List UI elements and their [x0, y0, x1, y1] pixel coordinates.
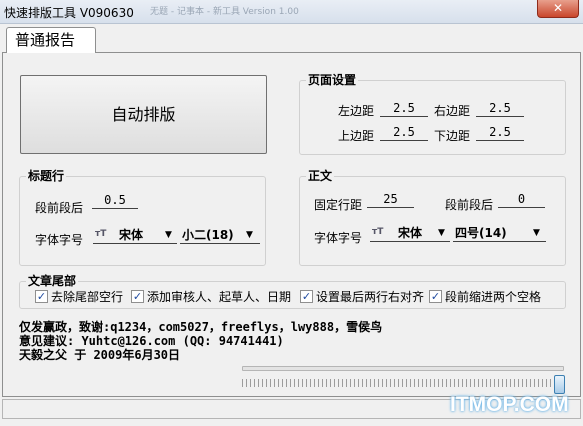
- body-text-group: 正文: [299, 169, 566, 266]
- slider-ticks: [242, 379, 564, 387]
- remove-trailing-blank-checkbox[interactable]: ✓ 去除尾部空行: [35, 290, 130, 304]
- tab-normal-report[interactable]: 普通报告: [6, 27, 96, 53]
- top-margin-label: 上边距: [338, 129, 375, 143]
- credits-thanks: 仅发赢政，致谢:q1234，com5027，freeflys，lwy888，雪侯…: [19, 320, 383, 334]
- chevron-down-icon: ▼: [165, 230, 172, 240]
- chevron-down-icon: ▼: [438, 228, 445, 238]
- checkmark-icon: ✓: [35, 290, 48, 303]
- add-reviewer-label: 添加审核人、起草人、日期: [147, 290, 292, 304]
- checkmark-icon: ✓: [131, 290, 144, 303]
- ghost-window-title: 无题 - 记事本 - 新工具 Version 1.00: [150, 7, 299, 17]
- right-align-last-lines-checkbox[interactable]: ✓ 设置最后两行右对齐: [300, 290, 425, 304]
- window-title: 快速排版工具 V090630: [4, 6, 134, 20]
- slider-thumb[interactable]: [554, 375, 565, 394]
- right-align-last-lines-label: 设置最后两行右对齐: [316, 290, 425, 304]
- para-spacing-input[interactable]: 0: [498, 192, 545, 208]
- auto-format-button[interactable]: 自动排版: [20, 75, 267, 154]
- body-font-label: 字体字号: [314, 231, 363, 245]
- checkmark-icon: ✓: [429, 290, 442, 303]
- right-margin-label: 右边距: [434, 104, 471, 118]
- left-margin-input[interactable]: 2.5: [380, 101, 428, 117]
- credits-contact: 意见建议: Yuhtc@126.com (QQ: 94741441): [19, 334, 284, 348]
- page-setup-label: 页面设置: [306, 73, 359, 87]
- tail-label: 文章尾部: [26, 274, 79, 288]
- credits-author-date: 天毅之父 于 2009年6月30日: [19, 348, 181, 362]
- slider-track[interactable]: [242, 366, 564, 371]
- chevron-down-icon: ▼: [246, 230, 253, 240]
- bottom-margin-input[interactable]: 2.5: [476, 125, 524, 141]
- title-font-value: 宋体: [119, 228, 144, 242]
- body-font-select[interactable]: ᴛT 宋体 ▼: [370, 224, 450, 242]
- para-spacing-label: 段前段后: [445, 198, 494, 212]
- body-font-value: 宋体: [398, 226, 423, 240]
- right-margin-input[interactable]: 2.5: [476, 101, 524, 117]
- font-type-icon: ᴛT: [95, 229, 107, 239]
- chevron-down-icon: ▼: [533, 228, 540, 238]
- body-font-size-select[interactable]: 四号(14) ▼: [453, 224, 546, 242]
- title-font-select[interactable]: ᴛT 宋体 ▼: [93, 226, 177, 244]
- title-line-label: 标题行: [26, 169, 67, 183]
- indent-two-spaces-label: 段前缩进两个空格: [445, 290, 542, 304]
- bottom-margin-label: 下边距: [434, 129, 471, 143]
- title-font-size-select[interactable]: 小二(18) ▼: [180, 226, 260, 244]
- title-bar[interactable]: 快速排版工具 V090630 无题 - 记事本 - 新工具 Version 1.…: [0, 0, 583, 24]
- close-icon: ✕: [552, 1, 564, 15]
- checkmark-icon: ✓: [300, 290, 313, 303]
- top-margin-input[interactable]: 2.5: [380, 125, 428, 141]
- body-font-size-value: 四号(14): [455, 226, 507, 240]
- title-line-group: 标题行: [19, 169, 266, 266]
- indent-two-spaces-checkbox[interactable]: ✓ 段前缩进两个空格: [429, 290, 544, 304]
- font-type-icon: ᴛT: [372, 227, 384, 237]
- line-spacing-input[interactable]: 25: [367, 192, 414, 208]
- title-font-label: 字体字号: [35, 233, 84, 247]
- remove-trailing-blank-label: 去除尾部空行: [51, 290, 124, 304]
- watermark-logo: ITMOP.COM: [450, 393, 569, 416]
- line-spacing-label: 固定行距: [314, 198, 363, 212]
- title-spacing-input[interactable]: 0.5: [92, 193, 138, 209]
- left-margin-label: 左边距: [338, 104, 375, 118]
- body-text-label: 正文: [306, 169, 335, 183]
- title-font-size-value: 小二(18): [182, 228, 234, 242]
- add-reviewer-checkbox[interactable]: ✓ 添加审核人、起草人、日期: [131, 290, 296, 304]
- title-spacing-label: 段前段后: [35, 201, 84, 215]
- close-button[interactable]: ✕: [537, 0, 579, 18]
